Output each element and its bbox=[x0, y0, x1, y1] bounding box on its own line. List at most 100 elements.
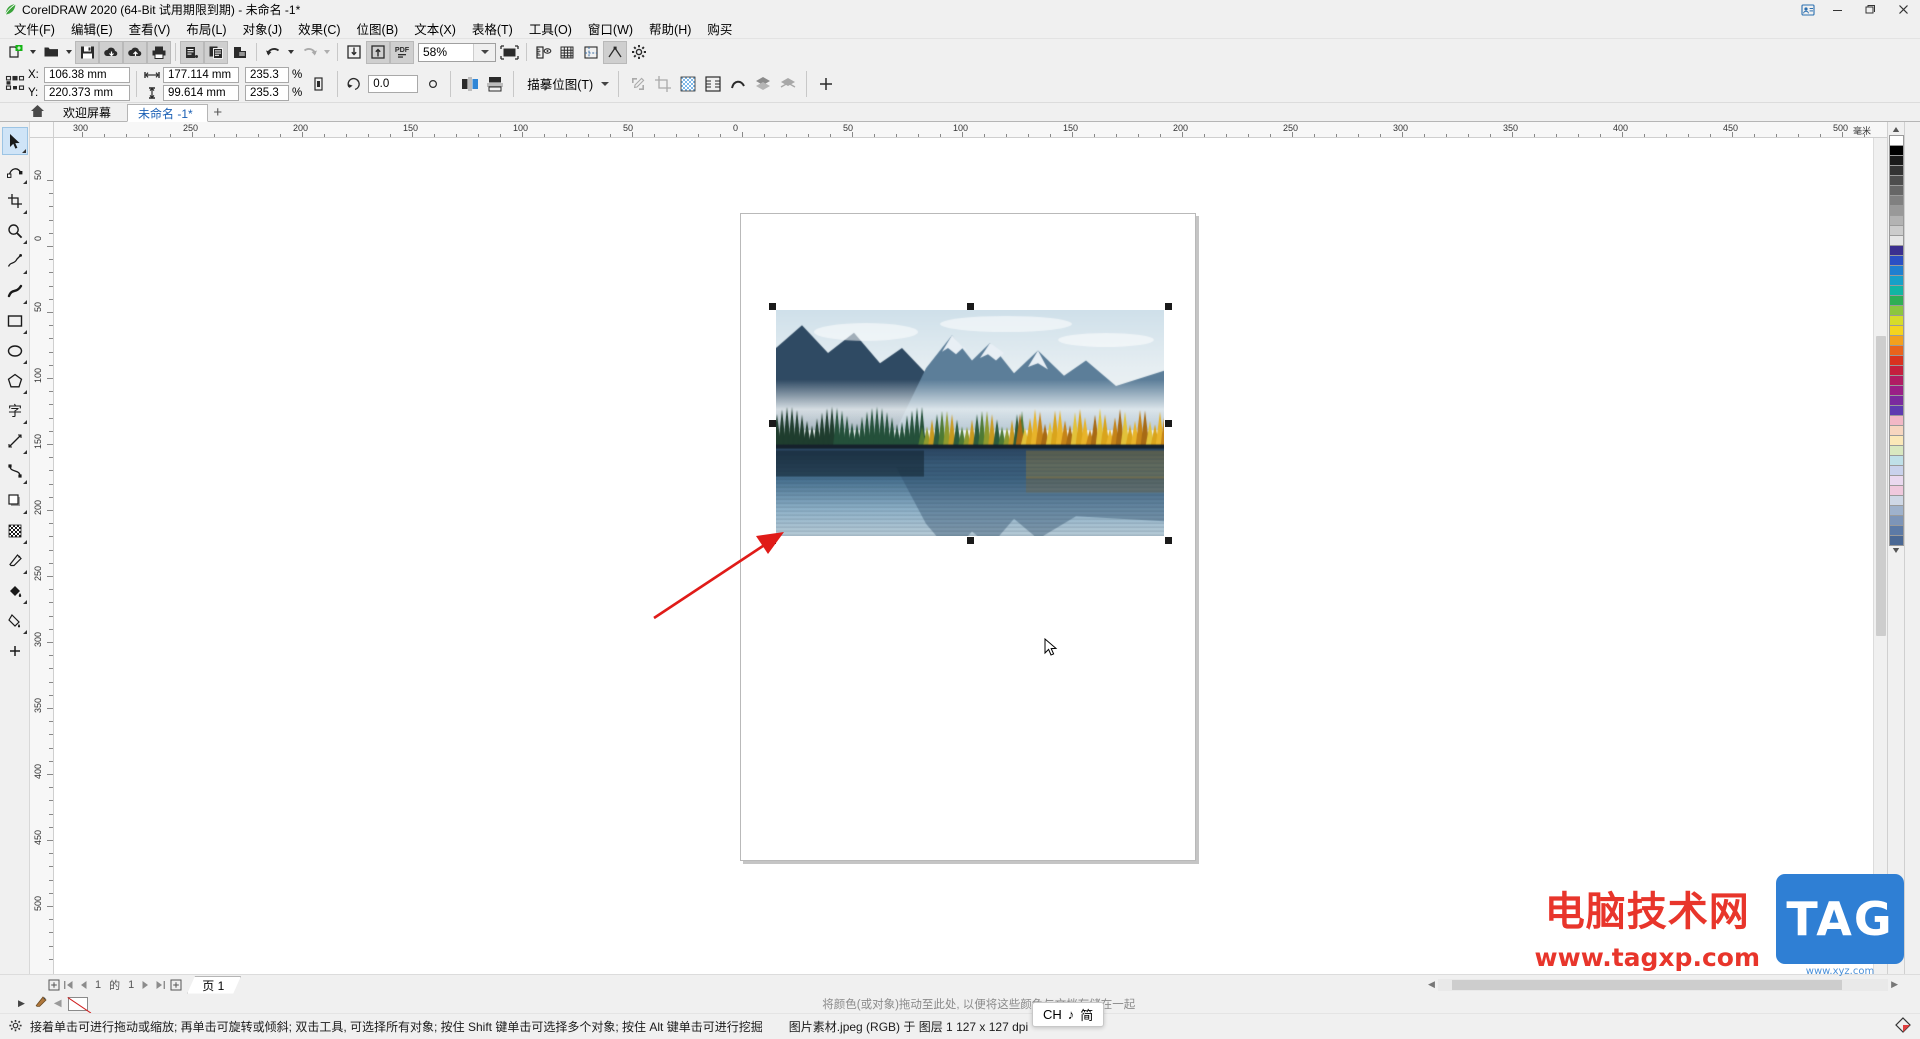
current-page-number[interactable]: 1 bbox=[95, 979, 101, 991]
menu-buy[interactable]: 购买 bbox=[699, 17, 740, 40]
tool-pick[interactable] bbox=[1, 127, 28, 155]
redo-icon[interactable] bbox=[297, 41, 321, 64]
export-icon[interactable] bbox=[366, 40, 390, 64]
show-grid-icon[interactable] bbox=[555, 41, 579, 64]
selection-handle[interactable] bbox=[768, 302, 776, 310]
new-tab-button[interactable]: + bbox=[209, 103, 227, 121]
vertical-scrollbar[interactable] bbox=[1873, 138, 1887, 974]
menu-effects[interactable]: 效果(C) bbox=[290, 17, 348, 40]
ruler-corner[interactable] bbox=[30, 122, 54, 138]
y-position-input[interactable]: 220.373 mm bbox=[44, 84, 130, 101]
tool-artistic-media[interactable] bbox=[2, 277, 28, 305]
paste-icon[interactable] bbox=[228, 41, 252, 64]
edit-bitmap-icon[interactable] bbox=[625, 72, 650, 96]
height-input[interactable]: 99.614 mm bbox=[163, 84, 239, 101]
zoom-level-input[interactable] bbox=[419, 43, 473, 61]
tool-interactive-fill[interactable] bbox=[2, 577, 28, 605]
zoom-level-combo[interactable] bbox=[418, 42, 496, 62]
menu-table[interactable]: 表格(T) bbox=[464, 17, 521, 40]
last-page-icon[interactable] bbox=[153, 977, 168, 992]
chevron-down-icon[interactable] bbox=[601, 81, 610, 86]
selection-handle[interactable] bbox=[1164, 302, 1172, 310]
page-tab-1[interactable]: 页 1 bbox=[187, 976, 241, 994]
selection-handle[interactable] bbox=[1164, 536, 1172, 544]
tool-parallel-dimension[interactable] bbox=[2, 427, 28, 455]
drawing-canvas[interactable] bbox=[54, 138, 1873, 974]
undo-icon[interactable] bbox=[261, 41, 285, 64]
new-document-dropdown[interactable] bbox=[27, 41, 39, 64]
selected-bitmap[interactable] bbox=[776, 310, 1164, 536]
scale-width-input[interactable]: 235.3 bbox=[245, 66, 289, 83]
outline-icon[interactable] bbox=[725, 72, 750, 96]
vertical-ruler[interactable]: 50 0 50 100 150 200 250 300 350 400 450 500 bbox=[30, 138, 54, 974]
prev-page-icon[interactable] bbox=[76, 977, 91, 992]
tool-ellipse[interactable] bbox=[2, 337, 28, 365]
mirror-horizontal-icon[interactable] bbox=[457, 72, 482, 96]
mirror-vertical-icon[interactable] bbox=[482, 72, 507, 96]
selection-handle[interactable] bbox=[966, 536, 974, 544]
horizontal-scroll-thumb[interactable] bbox=[1451, 979, 1842, 990]
save-icon[interactable] bbox=[75, 40, 99, 64]
tool-drop-shadow[interactable] bbox=[2, 487, 28, 515]
tool-shape[interactable] bbox=[2, 157, 28, 185]
options-icon[interactable] bbox=[627, 41, 651, 64]
tool-zoom[interactable] bbox=[2, 217, 28, 245]
ime-indicator[interactable]: CH ♪ 简 bbox=[1032, 1002, 1105, 1027]
selection-handle[interactable] bbox=[1164, 419, 1172, 427]
menu-text[interactable]: 文本(X) bbox=[406, 17, 464, 40]
menu-help[interactable]: 帮助(H) bbox=[641, 17, 699, 40]
menu-layout[interactable]: 布局(L) bbox=[178, 17, 234, 40]
group-icon[interactable] bbox=[750, 72, 775, 96]
menu-bitmaps[interactable]: 位图(B) bbox=[349, 17, 407, 40]
menu-object[interactable]: 对象(J) bbox=[235, 17, 291, 40]
minimize-icon[interactable] bbox=[1821, 0, 1854, 19]
collapse-arrow-icon[interactable]: ◀ bbox=[54, 998, 62, 1009]
tab-welcome-screen[interactable]: 欢迎屏幕 bbox=[52, 103, 127, 121]
dockers-bar[interactable] bbox=[1904, 122, 1920, 974]
add-icon[interactable] bbox=[813, 72, 838, 96]
color-palette[interactable] bbox=[1887, 122, 1904, 974]
tool-color-eyedropper[interactable] bbox=[2, 547, 28, 575]
menu-view[interactable]: 查看(V) bbox=[121, 17, 179, 40]
no-fill-swatch[interactable] bbox=[67, 996, 88, 1011]
vertical-scroll-thumb[interactable] bbox=[1876, 336, 1886, 636]
lock-ratio-icon[interactable] bbox=[306, 72, 331, 96]
new-document-icon[interactable] bbox=[3, 41, 27, 64]
tool-text[interactable]: 字 bbox=[2, 397, 28, 425]
width-input[interactable]: 177.114 mm bbox=[163, 66, 239, 83]
copy-icon[interactable] bbox=[204, 40, 228, 64]
show-rulers-icon[interactable] bbox=[531, 41, 555, 64]
hscroll-left-icon[interactable]: ◀ bbox=[1428, 979, 1435, 990]
print-icon[interactable] bbox=[147, 40, 171, 64]
restore-icon[interactable] bbox=[1854, 0, 1887, 19]
tool-polygon[interactable] bbox=[2, 367, 28, 395]
eyedropper-icon[interactable] bbox=[33, 995, 48, 1013]
tool-connector[interactable] bbox=[2, 457, 28, 485]
fill-color-icon[interactable] bbox=[1894, 1016, 1912, 1037]
menu-window[interactable]: 窗口(W) bbox=[580, 17, 641, 40]
snap-to-icon[interactable] bbox=[603, 40, 627, 64]
scale-height-input[interactable]: 235.3 bbox=[245, 84, 289, 101]
undo-dropdown[interactable] bbox=[285, 41, 297, 64]
rotation-input[interactable]: 0.0 bbox=[368, 74, 419, 93]
horizontal-scrollbar[interactable] bbox=[1437, 978, 1889, 991]
fullscreen-preview-icon[interactable] bbox=[496, 41, 522, 64]
add-page-icon[interactable] bbox=[46, 977, 61, 992]
add-page-icon[interactable] bbox=[168, 977, 183, 992]
show-guides-icon[interactable] bbox=[579, 41, 603, 64]
tool-rectangle[interactable] bbox=[2, 307, 28, 335]
first-page-icon[interactable] bbox=[61, 977, 76, 992]
tool-transparency[interactable] bbox=[2, 517, 28, 545]
home-icon[interactable] bbox=[26, 102, 48, 120]
close-icon[interactable] bbox=[1887, 0, 1920, 19]
account-icon[interactable] bbox=[1795, 0, 1821, 19]
trace-bitmap-dropdown[interactable]: 描摹位图(T) bbox=[520, 73, 612, 95]
palette-scroll-up-icon[interactable] bbox=[1889, 124, 1904, 135]
tool-quick-customize[interactable] bbox=[2, 637, 28, 665]
import-icon[interactable] bbox=[342, 41, 366, 64]
menu-file[interactable]: 文件(F) bbox=[6, 17, 63, 40]
hscroll-right-icon[interactable]: ▶ bbox=[1891, 979, 1898, 990]
horizontal-ruler[interactable]: 毫米 300 250 200 150 100 50 0 50 100 150 200 250 300 35… bbox=[54, 122, 1873, 138]
chevron-down-icon[interactable] bbox=[473, 43, 495, 61]
transparency-icon[interactable] bbox=[675, 72, 700, 96]
